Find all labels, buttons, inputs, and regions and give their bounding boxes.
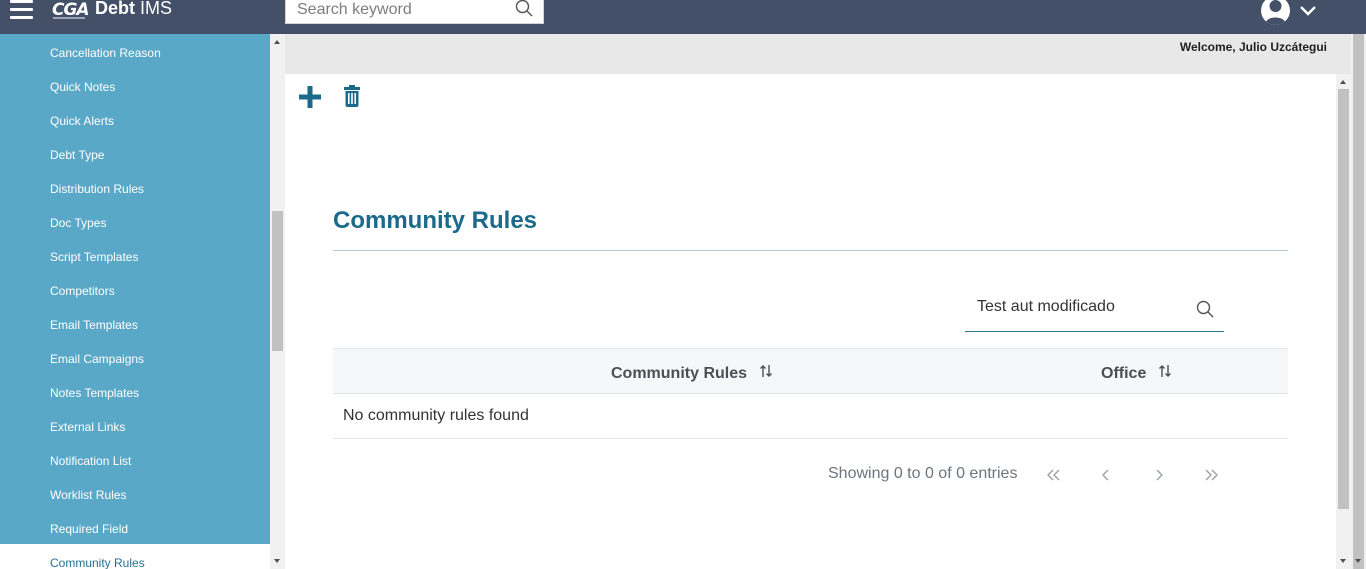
sidebar-item-email-templates[interactable]: Email Templates: [0, 306, 270, 340]
scroll-down-arrow[interactable]: [1340, 559, 1346, 563]
app-title-bold: Debt: [95, 0, 135, 18]
sidebar-item-script-templates[interactable]: Script Templates: [0, 238, 270, 272]
first-page-button[interactable]: [1041, 464, 1067, 486]
title-divider: [333, 250, 1288, 251]
main-scroll-thumb[interactable]: [1338, 89, 1349, 509]
app-title: Debt IMS: [95, 0, 172, 19]
welcome-bar: Welcome, Julio Uzcátegui: [285, 34, 1351, 74]
user-icon[interactable]: [1261, 0, 1290, 25]
table-row: No community rules found: [333, 394, 1288, 439]
search-icon[interactable]: [1196, 300, 1214, 323]
empty-message: No community rules found: [343, 407, 529, 424]
double-chevron-right-icon: [1205, 469, 1218, 481]
page-scroll-thumb[interactable]: [1353, 34, 1364, 569]
filter-input[interactable]: [965, 292, 1175, 322]
logo: CGA: [52, 0, 90, 21]
search-icon[interactable]: [515, 0, 533, 22]
prev-page-button[interactable]: [1093, 464, 1119, 486]
global-search: [285, 0, 544, 24]
sidebar-item-community-rules[interactable]: Community Rules: [0, 544, 270, 569]
chevron-right-icon: [1156, 469, 1163, 481]
main-content: Community Rules Community Rules Office N…: [285, 74, 1336, 569]
sidebar-item-external-links[interactable]: External Links: [0, 408, 270, 442]
scroll-up-arrow[interactable]: [274, 40, 280, 44]
global-search-input[interactable]: [286, 0, 506, 23]
main-scrollbar[interactable]: [1336, 74, 1351, 569]
sidebar-item-cancellation-reason[interactable]: Cancellation Reason: [0, 34, 270, 68]
sort-icon[interactable]: [1158, 363, 1172, 384]
sidebar-item-required-field[interactable]: Required Field: [0, 510, 270, 544]
plus-icon: [298, 86, 322, 113]
add-button[interactable]: [298, 85, 322, 114]
sort-icon[interactable]: [759, 363, 773, 384]
next-page-button[interactable]: [1146, 464, 1172, 486]
welcome-text: Welcome, Julio Uzcátegui: [1179, 40, 1327, 54]
column-label: Community Rules: [611, 364, 748, 382]
menu-icon[interactable]: [10, 0, 34, 20]
delete-button[interactable]: [344, 85, 360, 112]
last-page-button[interactable]: [1198, 464, 1224, 486]
page-title: Community Rules: [333, 207, 538, 234]
sidebar-item-notification-list[interactable]: Notification List: [0, 442, 270, 476]
sidebar-scroll-thumb[interactable]: [272, 211, 283, 351]
page-scrollbar[interactable]: [1351, 34, 1366, 569]
sidebar-item-quick-alerts[interactable]: Quick Alerts: [0, 102, 270, 136]
sidebar-item-debt-type[interactable]: Debt Type: [0, 136, 270, 170]
sidebar-item-notes-templates[interactable]: Notes Templates: [0, 374, 270, 408]
app-title-light: IMS: [140, 0, 173, 18]
sidebar-item-doc-types[interactable]: Doc Types: [0, 204, 270, 238]
paginator-report: Showing 0 to 0 of 0 entries: [828, 465, 1018, 482]
sidebar-item-email-campaigns[interactable]: Email Campaigns: [0, 340, 270, 374]
double-chevron-left-icon: [1047, 469, 1060, 481]
sidebar-scrollbar[interactable]: [270, 34, 285, 569]
trash-icon: [344, 85, 360, 111]
column-label: Office: [1101, 364, 1147, 382]
sidebar-item-competitors[interactable]: Competitors: [0, 272, 270, 306]
scroll-down-arrow[interactable]: [274, 559, 280, 563]
top-bar: CGA Debt IMS: [0, 0, 1366, 34]
sidebar: Cancellation Reason Quick Notes Quick Al…: [0, 34, 270, 569]
chevron-left-icon: [1102, 469, 1109, 481]
column-header-office[interactable]: Office: [1101, 363, 1172, 384]
column-header-community-rules[interactable]: Community Rules: [611, 363, 773, 384]
sidebar-item-distribution-rules[interactable]: Distribution Rules: [0, 170, 270, 204]
scroll-up-arrow[interactable]: [1340, 80, 1346, 84]
chevron-down-icon[interactable]: [1299, 4, 1317, 22]
sidebar-item-quick-notes[interactable]: Quick Notes: [0, 68, 270, 102]
table-filter: [965, 292, 1224, 332]
table-header: Community Rules Office: [333, 348, 1288, 394]
scroll-down-arrow[interactable]: [1355, 559, 1361, 563]
sidebar-item-worklist-rules[interactable]: Worklist Rules: [0, 476, 270, 510]
